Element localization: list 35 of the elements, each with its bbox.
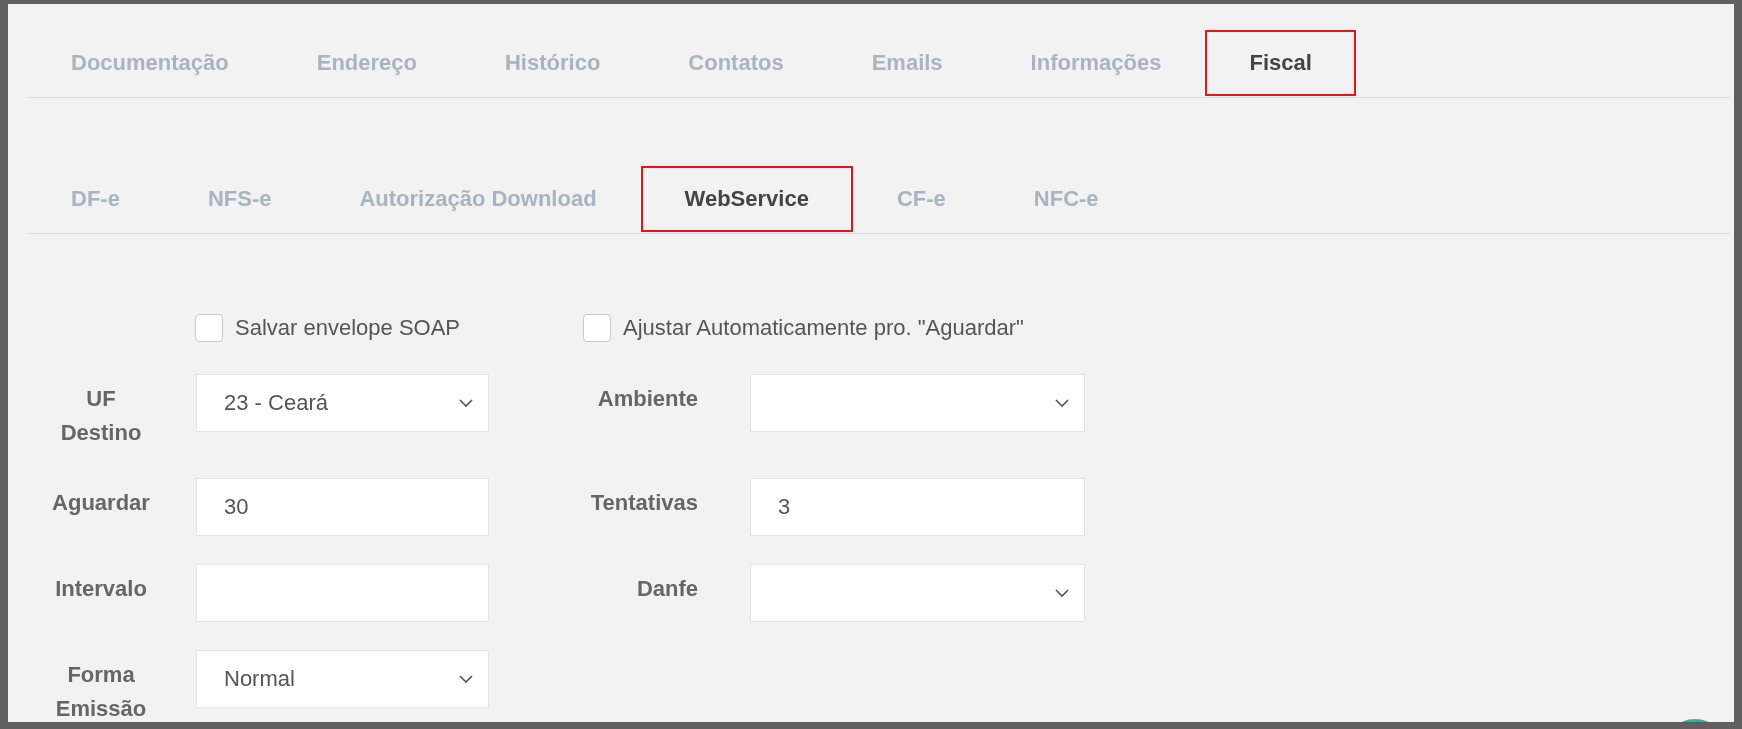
chevron-down-icon xyxy=(1054,588,1070,598)
tab[interactable]: NFC-e xyxy=(989,166,1143,232)
checkbox-label: Ajustar Automaticamente pro. "Aguardar" xyxy=(623,315,1024,341)
field-label: Danfe xyxy=(635,575,698,603)
chevron-down-icon xyxy=(458,674,474,684)
tab[interactable]: Autorização Download xyxy=(315,166,641,232)
select-field[interactable]: 23 - Ceará xyxy=(196,374,489,432)
input-field[interactable]: 3 xyxy=(750,478,1085,536)
select-field[interactable] xyxy=(750,564,1085,622)
tab[interactable]: Informações xyxy=(986,30,1206,96)
field-label: Ambiente xyxy=(596,385,698,413)
field-label: Forma Emissão xyxy=(54,661,148,722)
tab[interactable]: Documentação xyxy=(27,30,273,96)
tab[interactable]: Endereço xyxy=(272,30,461,96)
field-label: UF Destino xyxy=(59,385,143,447)
field-label: Intervalo xyxy=(54,575,148,603)
tab[interactable]: Histórico xyxy=(461,30,645,96)
tab[interactable]: WebService xyxy=(640,166,853,232)
input-field[interactable]: 30 xyxy=(196,478,489,536)
field-label: Tentativas xyxy=(589,489,698,517)
select-field[interactable] xyxy=(750,374,1085,432)
tab[interactable]: DF-e xyxy=(27,166,164,232)
input-field[interactable] xyxy=(196,564,489,622)
tab[interactable]: Fiscal xyxy=(1205,30,1356,96)
checkbox[interactable] xyxy=(195,314,223,342)
select-field[interactable]: Normal xyxy=(196,650,489,708)
tab[interactable]: Contatos xyxy=(644,30,828,96)
tab[interactable]: CF-e xyxy=(852,166,990,232)
chevron-down-icon xyxy=(1054,398,1070,408)
tab[interactable]: NFS-e xyxy=(163,166,316,232)
checkbox-label: Salvar envelope SOAP xyxy=(235,315,461,341)
tab[interactable]: Emails xyxy=(827,30,987,96)
checkbox[interactable] xyxy=(583,314,611,342)
field-label: Aguardar xyxy=(51,489,151,517)
chevron-down-icon xyxy=(458,398,474,408)
